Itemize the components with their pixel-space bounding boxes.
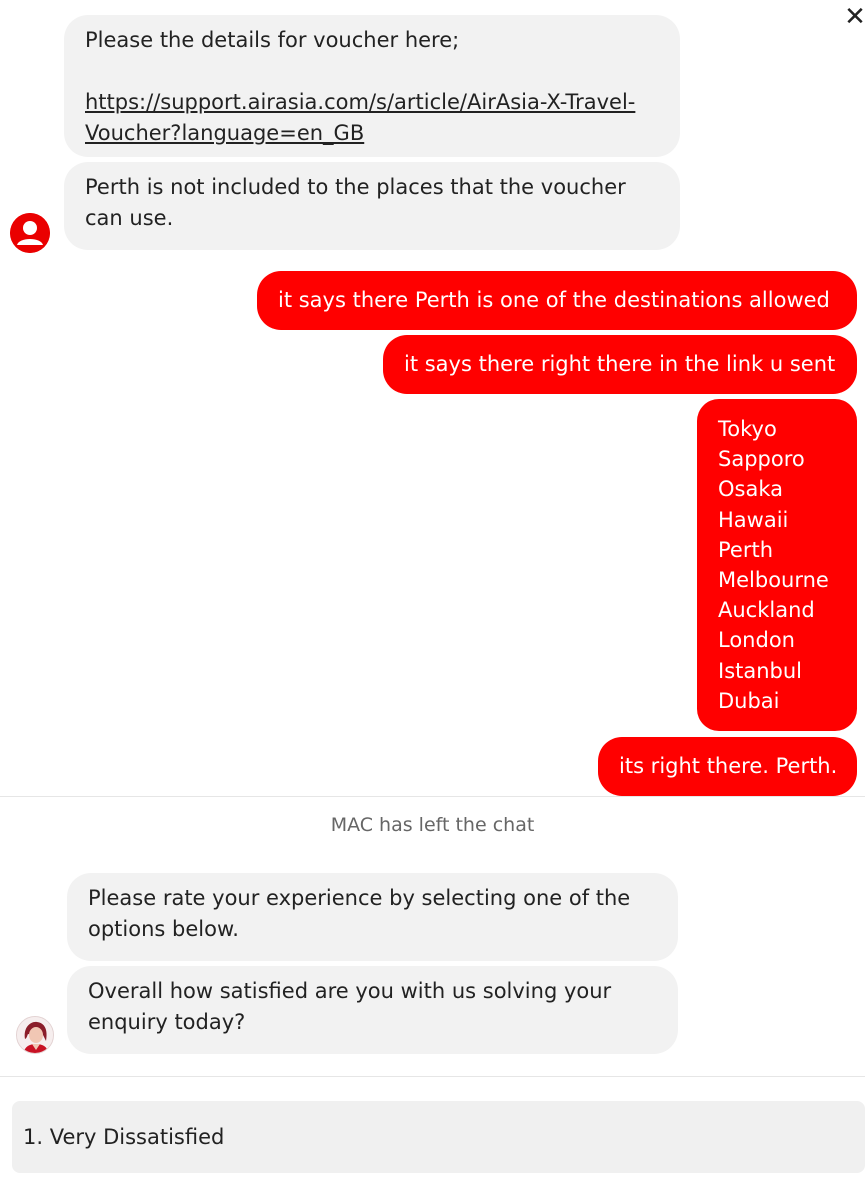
destination-item: Hawaii [718,507,789,532]
close-icon[interactable]: ✕ [842,4,865,30]
survey-message-text: Please rate your experience by selecting… [88,886,631,910]
destination-item: Melbourne [718,568,829,593]
agent-message-perth: Perth is not included to the places that… [64,162,680,250]
agent-message-text: Perth is not included to the places that… [85,175,626,199]
agent-avatar-icon [16,1016,54,1054]
agent-message-text: can use. [85,206,174,230]
voucher-link[interactable]: https://support.airasia.com/s/article/Ai… [85,87,659,118]
survey-question: Overall how satisfied are you with us so… [67,966,678,1054]
message-spacer [85,56,659,87]
user-message: it says there right there in the link u … [383,335,857,394]
voucher-link-continued[interactable]: Voucher?language=en_GB [85,118,659,149]
section-divider [0,796,865,797]
section-divider [0,1076,865,1077]
destination-item: London [718,628,795,653]
destination-item: Perth [718,537,774,562]
agent-message-text: Please the details for voucher here; [85,28,460,52]
destination-item: Osaka [718,477,783,502]
survey-question-text: enquiry today? [88,1010,246,1034]
destination-item: Auckland [718,598,815,623]
survey-message-text: options below. [88,917,239,941]
destination-item: Tokyo [718,417,777,441]
survey-message: Please rate your experience by selecting… [67,873,678,961]
user-avatar-icon [10,213,50,253]
survey-option-very-dissatisfied[interactable]: 1. Very Dissatisfied [12,1101,865,1173]
destination-item: Dubai [718,688,780,713]
user-message: its right there. Perth. [598,737,857,796]
destination-item: Sapporo [718,447,805,472]
user-message-destinations: Tokyo Sapporo Osaka Hawaii Perth Melbour… [697,399,857,731]
user-message: it says there Perth is one of the destin… [257,271,857,330]
system-message: MAC has left the chat [330,814,535,836]
destination-item: Istanbul [718,658,803,683]
survey-question-text: Overall how satisfied are you with us so… [88,979,612,1003]
agent-message-voucher-link: Please the details for voucher here; htt… [64,15,680,157]
